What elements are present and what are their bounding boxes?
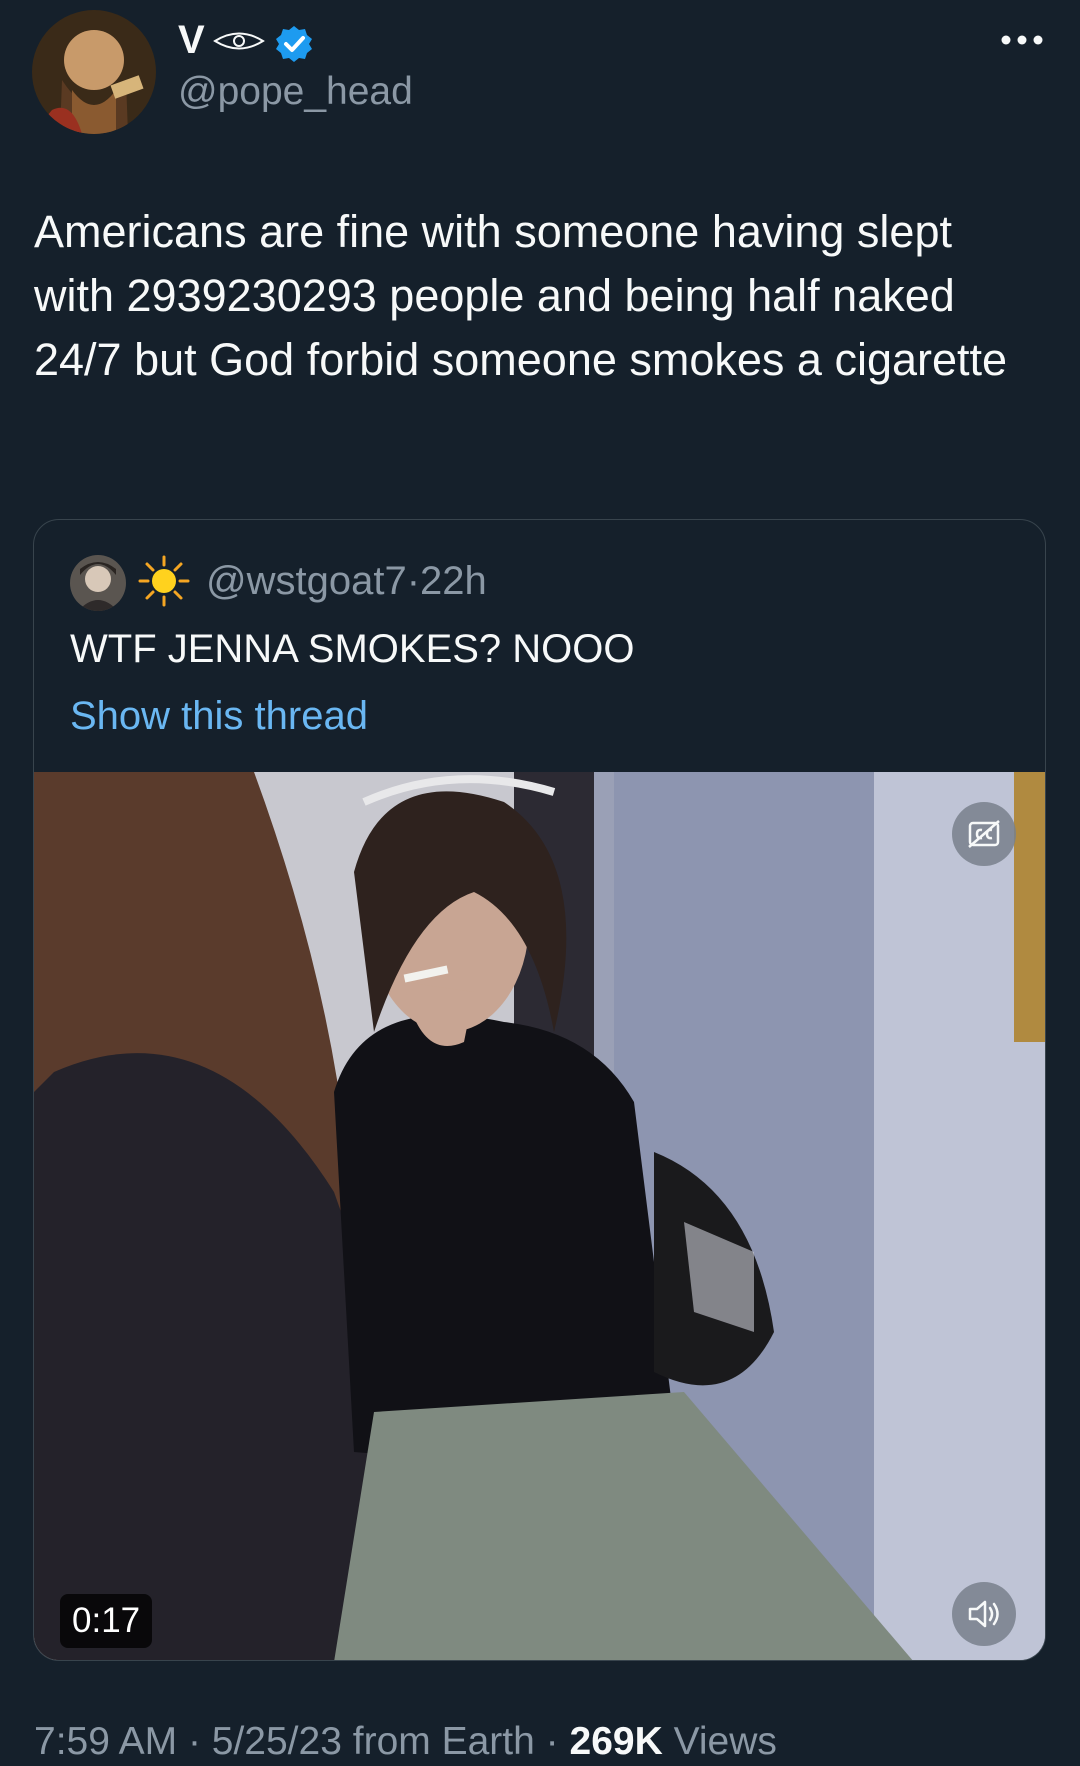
tweet-text: Americans are fine with someone having s… [34,206,1008,385]
tweet-meta: 7:59 AM · 5/25/23 from Earth · 269K View… [34,1720,777,1764]
quoted-author-avatar[interactable] [70,555,126,611]
eye-icon [213,32,265,50]
verified-icon [276,26,312,62]
show-thread-link[interactable]: Show this thread [70,694,368,739]
tweet-time[interactable]: 7:59 AM [34,1720,177,1763]
tweet-source: from Earth [352,1720,535,1763]
video-player[interactable]: 0:17 [34,772,1045,1660]
views-count[interactable]: 269K [570,1720,663,1763]
captions-button[interactable] [952,802,1016,866]
sun-icon [138,555,190,607]
separator: · [545,1720,559,1763]
tweet-header: V @pope_head [0,0,1080,140]
author-display-name[interactable]: V [178,18,205,63]
quoted-tweet-card[interactable]: @wstgoat7·22h WTF JENNA SMOKES? NOOO Sho… [33,519,1046,1661]
video-frame [34,772,1045,1660]
quoted-meta: @wstgoat7·22h [206,559,487,604]
quoted-text: WTF JENNA SMOKES? NOOO [70,627,635,671]
quoted-handle[interactable]: @wstgoat7 [206,559,407,603]
quoted-time[interactable]: 22h [420,559,487,603]
author-avatar[interactable] [32,10,156,134]
separator: · [406,559,421,603]
tweet-date[interactable]: 5/25/23 [212,1720,342,1763]
views-label: Views [673,1720,777,1763]
video-duration: 0:17 [60,1594,153,1648]
volume-icon [968,1600,999,1628]
captions-icon [968,820,1000,848]
more-icon[interactable] [1000,34,1044,46]
volume-button[interactable] [952,1582,1016,1646]
author-handle[interactable]: @pope_head [178,70,413,114]
separator: · [187,1720,201,1763]
